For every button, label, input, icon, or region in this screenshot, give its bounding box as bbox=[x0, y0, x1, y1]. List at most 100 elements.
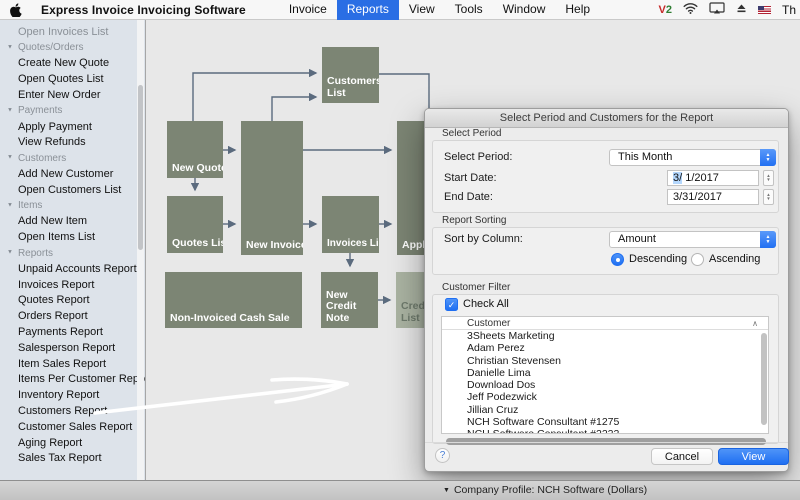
wifi-icon[interactable] bbox=[683, 3, 698, 17]
sidebar-item-apply-payment[interactable]: Apply Payment bbox=[0, 119, 145, 135]
company-profile-selector[interactable]: ▼Company Profile: NCH Software (Dollars) bbox=[443, 481, 647, 500]
descending-radio[interactable]: Descending bbox=[611, 252, 687, 266]
sidebar-section-quotes-orders[interactable]: ▼ Quotes/Orders bbox=[0, 40, 145, 56]
sidebar-item-sales-tax-report[interactable]: Sales Tax Report bbox=[0, 451, 145, 467]
sidebar-scrollbar-thumb[interactable] bbox=[138, 85, 143, 250]
disclosure-triangle-icon: ▼ bbox=[7, 155, 13, 161]
flow-box-label: Quotes List bbox=[172, 238, 223, 250]
dropdown-stepper-icon: ▲▼ bbox=[760, 149, 776, 166]
help-icon: ? bbox=[440, 450, 446, 461]
sidebar-item-invoices-report[interactable]: Invoices Report bbox=[0, 277, 145, 293]
sidebar-item-items-per-customer-report[interactable]: Items Per Customer Report bbox=[0, 372, 145, 388]
customer-row[interactable]: Danielle Lima bbox=[442, 367, 768, 379]
apple-icon[interactable] bbox=[10, 3, 22, 17]
check-all-checkbox[interactable]: ✓ bbox=[445, 298, 458, 311]
customer-row[interactable]: Download Dos bbox=[442, 379, 768, 391]
company-profile-text: Company Profile: NCH Software (Dollars) bbox=[454, 484, 647, 496]
customer-column-header[interactable]: Customer ∧ bbox=[442, 317, 768, 330]
customer-row[interactable]: Christian Stevensen bbox=[442, 355, 768, 367]
menu-reports[interactable]: Reports bbox=[337, 0, 399, 20]
sidebar-item-customers-report[interactable]: Customers Report bbox=[0, 403, 145, 419]
sidebar-scrollbar[interactable] bbox=[137, 20, 144, 480]
sidebar-item-customer-sales-report[interactable]: Customer Sales Report bbox=[0, 419, 145, 435]
sidebar-item-enter-new-order[interactable]: Enter New Order bbox=[0, 87, 145, 103]
disclosure-triangle-icon: ▼ bbox=[7, 44, 13, 50]
customer-list-scrollbar[interactable] bbox=[761, 331, 767, 431]
sidebar-item-label: Open Quotes List bbox=[18, 73, 104, 85]
start-date-field[interactable]: 3/ 1/2017 bbox=[667, 170, 759, 186]
select-period-dropdown[interactable]: This Month ▲▼ bbox=[609, 149, 776, 166]
customer-row[interactable]: Jillian Cruz bbox=[442, 404, 768, 416]
sidebar-item-label: Aging Report bbox=[18, 437, 82, 449]
flow-box-new-invoice[interactable]: New Invoice bbox=[241, 121, 303, 255]
menubar-status-icons: V2 Th bbox=[659, 2, 800, 17]
customer-row[interactable]: NCH Software Consultant #2222 bbox=[442, 428, 768, 434]
customer-row[interactable]: NCH Software Consultant #1275 bbox=[442, 416, 768, 428]
customer-row[interactable]: Jeff Podezwick bbox=[442, 391, 768, 403]
sidebar-item-unpaid-accounts-report[interactable]: Unpaid Accounts Report bbox=[0, 261, 145, 277]
eject-icon[interactable] bbox=[736, 3, 747, 17]
sidebar-section-label: Reports bbox=[18, 248, 53, 259]
flow-box-quotes-list[interactable]: Quotes List bbox=[167, 196, 223, 253]
sidebar-item-create-new-quote[interactable]: Create New Quote bbox=[0, 56, 145, 72]
input-language-flag-icon[interactable] bbox=[758, 6, 771, 14]
sidebar-item-open-invoices-list[interactable]: Open Invoices List bbox=[0, 24, 145, 40]
sidebar-item-payments-report[interactable]: Payments Report bbox=[0, 324, 145, 340]
app-title: Express Invoice Invoicing Software bbox=[41, 3, 246, 17]
sidebar-item-view-refunds[interactable]: View Refunds bbox=[0, 135, 145, 151]
sidebar-item-open-quotes-list[interactable]: Open Quotes List bbox=[0, 71, 145, 87]
sidebar-item-item-sales-report[interactable]: Item Sales Report bbox=[0, 356, 145, 372]
cancel-button[interactable]: Cancel bbox=[651, 448, 713, 465]
view-button[interactable]: View bbox=[718, 448, 789, 465]
sidebar-section-label: Quotes/Orders bbox=[18, 42, 84, 53]
sidebar-item-add-new-customer[interactable]: Add New Customer bbox=[0, 166, 145, 182]
sidebar-item-label: Open Invoices List bbox=[18, 26, 109, 38]
flow-box-new-credit-note[interactable]: New Credit Note bbox=[321, 272, 378, 328]
sidebar-item-open-items-list[interactable]: Open Items List bbox=[0, 229, 145, 245]
menu-view[interactable]: View bbox=[399, 0, 445, 20]
sidebar-item-add-new-item[interactable]: Add New Item bbox=[0, 214, 145, 230]
sidebar-item-orders-report[interactable]: Orders Report bbox=[0, 308, 145, 324]
customer-list-scrollbar-thumb[interactable] bbox=[761, 333, 767, 425]
start-date-selected-segment: 3/ bbox=[673, 172, 682, 184]
menu-help[interactable]: Help bbox=[555, 0, 600, 20]
sort-by-column-dropdown[interactable]: Amount ▲▼ bbox=[609, 231, 776, 248]
sidebar-section-payments[interactable]: ▼Payments bbox=[0, 103, 145, 119]
sidebar-item-label: View Refunds bbox=[18, 136, 86, 148]
flow-box-label: New Credit Note bbox=[326, 290, 373, 325]
flow-box-non-invoiced-cash-sale[interactable]: Non-Invoiced Cash Sale bbox=[165, 272, 302, 328]
start-date-stepper[interactable]: ▲▼ bbox=[763, 170, 774, 186]
sidebar-item-label: Open Customers List bbox=[18, 184, 121, 196]
end-date-stepper[interactable]: ▲▼ bbox=[763, 189, 774, 205]
sidebar-item-label: Quotes Report bbox=[18, 294, 90, 306]
v2-status-icon[interactable]: V2 bbox=[659, 4, 672, 16]
airplay-display-icon[interactable] bbox=[709, 2, 725, 17]
end-date-field[interactable]: 3/31/2017 bbox=[667, 189, 759, 205]
flow-box-new-quote[interactable]: New Quote bbox=[167, 121, 223, 178]
customer-row[interactable]: 3Sheets Marketing bbox=[442, 330, 768, 342]
customer-column-header-label: Customer bbox=[467, 318, 510, 329]
menu-window[interactable]: Window bbox=[493, 0, 556, 20]
sidebar-section-items[interactable]: ▼Items bbox=[0, 198, 145, 214]
sidebar-item-aging-report[interactable]: Aging Report bbox=[0, 435, 145, 451]
sort-ascending-icon: ∧ bbox=[752, 317, 758, 330]
menu-invoice[interactable]: Invoice bbox=[279, 0, 337, 20]
sidebar-item-inventory-report[interactable]: Inventory Report bbox=[0, 387, 145, 403]
sidebar-section-customers[interactable]: ▼Customers bbox=[0, 150, 145, 166]
sidebar-item-salesperson-report[interactable]: Salesperson Report bbox=[0, 340, 145, 356]
sidebar-section-reports[interactable]: ▼Reports bbox=[0, 245, 145, 261]
ascending-label: Ascending bbox=[709, 253, 760, 265]
sidebar-item-open-customers-list[interactable]: Open Customers List bbox=[0, 182, 145, 198]
end-date-value: 3/31/2017 bbox=[673, 191, 722, 203]
menu-tools[interactable]: Tools bbox=[445, 0, 493, 20]
sidebar-item-label: Inventory Report bbox=[18, 389, 99, 401]
group-label-report-sorting: Report Sorting bbox=[442, 215, 506, 226]
sidebar-item-quotes-report[interactable]: Quotes Report bbox=[0, 293, 145, 309]
flow-box-customers-list[interactable]: Customers List bbox=[322, 47, 379, 103]
flow-box-invoices-list[interactable]: Invoices List bbox=[322, 196, 379, 253]
customer-row[interactable]: Adam Perez bbox=[442, 342, 768, 354]
menubar-clock[interactable]: Th bbox=[782, 3, 800, 17]
dialog-footer: ? Cancel View bbox=[425, 442, 788, 471]
ascending-radio[interactable]: Ascending bbox=[691, 252, 760, 266]
help-button[interactable]: ? bbox=[435, 448, 450, 463]
